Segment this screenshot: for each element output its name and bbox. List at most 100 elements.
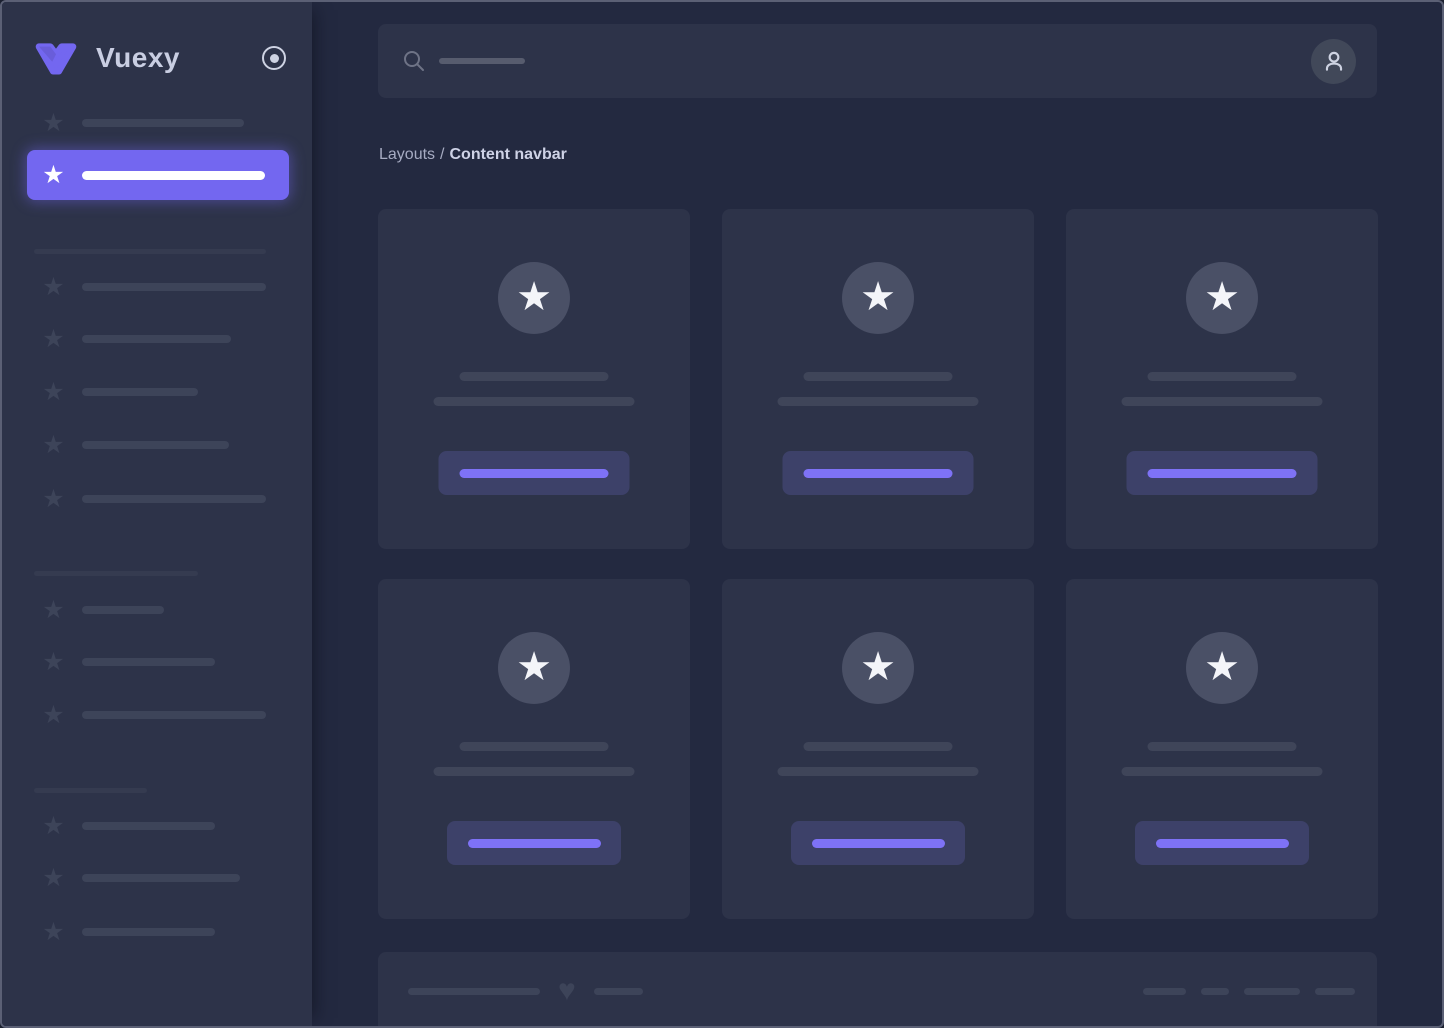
star-icon: ★ bbox=[40, 327, 67, 352]
sidebar-item[interactable]: ★ bbox=[40, 432, 229, 458]
star-icon: ★ bbox=[1204, 277, 1240, 320]
card-button[interactable] bbox=[439, 451, 630, 495]
star-icon: ★ bbox=[40, 111, 67, 136]
vuexy-logo-icon bbox=[32, 41, 80, 75]
star-icon: ★ bbox=[40, 275, 67, 300]
footer: ♥ bbox=[378, 952, 1377, 1028]
section-header-placeholder bbox=[34, 249, 266, 254]
card-button[interactable] bbox=[1135, 821, 1309, 865]
star-icon: ★ bbox=[40, 598, 67, 623]
card-avatar: ★ bbox=[1186, 262, 1258, 334]
text-line-placeholder bbox=[1122, 767, 1323, 776]
star-icon: ★ bbox=[860, 277, 896, 320]
label-placeholder bbox=[82, 388, 198, 396]
button-label-placeholder bbox=[1148, 469, 1297, 478]
menu-pin-toggle-icon[interactable] bbox=[262, 46, 286, 70]
text-line-placeholder bbox=[434, 397, 635, 406]
heart-icon: ♥ bbox=[558, 976, 576, 1006]
star-icon: ★ bbox=[40, 163, 67, 188]
sidebar: Vuexy ★ ★ ★ ★ ★ ★ bbox=[2, 2, 312, 1026]
card-button[interactable] bbox=[1127, 451, 1318, 495]
footer-link-placeholder bbox=[1244, 988, 1300, 995]
sidebar-item[interactable]: ★ bbox=[40, 597, 164, 623]
button-label-placeholder bbox=[460, 469, 609, 478]
button-label-placeholder bbox=[468, 839, 601, 848]
breadcrumb: Layouts/Content navbar bbox=[379, 146, 567, 164]
sidebar-item[interactable]: ★ bbox=[40, 702, 266, 728]
footer-link-placeholder bbox=[1143, 988, 1186, 995]
breadcrumb-parent[interactable]: Layouts bbox=[379, 146, 435, 163]
footer-link-placeholder bbox=[1201, 988, 1229, 995]
button-label-placeholder bbox=[1156, 839, 1289, 848]
label-placeholder bbox=[82, 335, 231, 343]
star-icon: ★ bbox=[40, 433, 67, 458]
sidebar-item-active[interactable]: ★ bbox=[27, 150, 289, 200]
card-button[interactable] bbox=[447, 821, 621, 865]
sidebar-item[interactable]: ★ bbox=[40, 486, 266, 512]
sidebar-item[interactable]: ★ bbox=[40, 274, 266, 300]
card-grid: ★ ★ ★ bbox=[378, 209, 1378, 919]
main-content: Layouts/Content navbar ★ ★ bbox=[312, 2, 1442, 1026]
star-icon: ★ bbox=[40, 920, 67, 945]
text-line-placeholder bbox=[1122, 397, 1323, 406]
label-placeholder bbox=[82, 495, 266, 503]
label-placeholder bbox=[82, 441, 229, 449]
section-header-placeholder bbox=[34, 571, 198, 576]
text-line-placeholder bbox=[1148, 372, 1297, 381]
text-line-placeholder bbox=[804, 742, 953, 751]
star-icon: ★ bbox=[40, 814, 67, 839]
sidebar-item[interactable]: ★ bbox=[40, 865, 240, 891]
sidebar-item[interactable]: ★ bbox=[40, 813, 215, 839]
search-input[interactable] bbox=[402, 49, 525, 73]
sidebar-item[interactable]: ★ bbox=[40, 649, 215, 675]
footer-text-placeholder bbox=[594, 988, 643, 995]
search-icon bbox=[402, 49, 426, 73]
sidebar-item[interactable]: ★ bbox=[40, 110, 244, 136]
app-window: Vuexy ★ ★ ★ ★ ★ ★ bbox=[0, 0, 1444, 1028]
sidebar-item[interactable]: ★ bbox=[40, 326, 231, 352]
button-label-placeholder bbox=[812, 839, 945, 848]
button-label-placeholder bbox=[804, 469, 953, 478]
footer-text-placeholder bbox=[408, 988, 540, 995]
card-button[interactable] bbox=[783, 451, 974, 495]
skeleton-card: ★ bbox=[378, 579, 690, 919]
text-line-placeholder bbox=[778, 767, 979, 776]
card-avatar: ★ bbox=[1186, 632, 1258, 704]
text-line-placeholder bbox=[460, 742, 609, 751]
sidebar-item[interactable]: ★ bbox=[40, 919, 215, 945]
label-placeholder bbox=[82, 711, 266, 719]
label-placeholder bbox=[82, 874, 240, 882]
sidebar-item[interactable]: ★ bbox=[40, 379, 198, 405]
card-button[interactable] bbox=[791, 821, 965, 865]
brand-row: Vuexy bbox=[32, 32, 286, 84]
label-placeholder bbox=[82, 171, 265, 180]
text-line-placeholder bbox=[434, 767, 635, 776]
text-line-placeholder bbox=[778, 397, 979, 406]
top-navbar bbox=[378, 24, 1377, 98]
text-line-placeholder bbox=[1148, 742, 1297, 751]
search-placeholder bbox=[439, 58, 525, 64]
label-placeholder bbox=[82, 606, 164, 614]
skeleton-card: ★ bbox=[722, 579, 1034, 919]
footer-link-placeholder bbox=[1315, 988, 1355, 995]
star-icon: ★ bbox=[40, 703, 67, 728]
text-line-placeholder bbox=[460, 372, 609, 381]
label-placeholder bbox=[82, 283, 266, 291]
card-avatar: ★ bbox=[842, 632, 914, 704]
star-icon: ★ bbox=[516, 277, 552, 320]
skeleton-card: ★ bbox=[722, 209, 1034, 549]
user-avatar-button[interactable] bbox=[1311, 39, 1356, 84]
footer-right bbox=[1143, 988, 1355, 995]
card-avatar: ★ bbox=[498, 632, 570, 704]
brand-name: Vuexy bbox=[96, 42, 180, 74]
star-icon: ★ bbox=[40, 650, 67, 675]
star-icon: ★ bbox=[40, 380, 67, 405]
star-icon: ★ bbox=[40, 487, 67, 512]
star-icon: ★ bbox=[40, 866, 67, 891]
section-header-placeholder bbox=[34, 788, 147, 793]
footer-left: ♥ bbox=[408, 976, 643, 1006]
star-icon: ★ bbox=[1204, 647, 1240, 690]
breadcrumb-current: Content navbar bbox=[450, 146, 567, 163]
star-icon: ★ bbox=[516, 647, 552, 690]
skeleton-card: ★ bbox=[378, 209, 690, 549]
